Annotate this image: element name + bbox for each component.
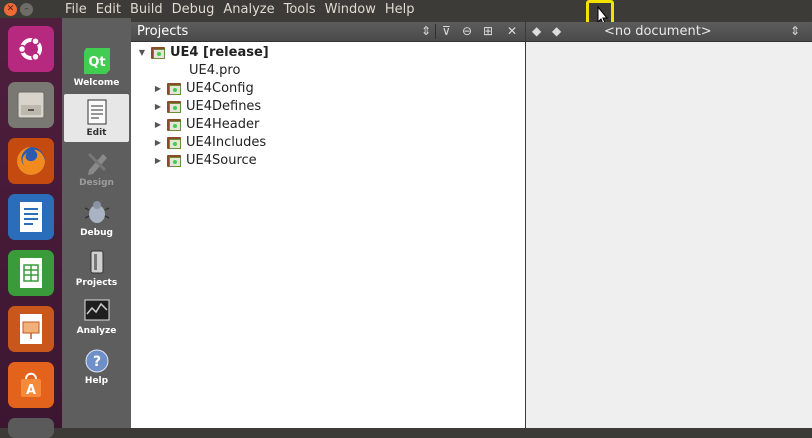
project-tree: ▼ UE4 [release] UE4.pro ▶ UE4Config ▶ UE… bbox=[131, 42, 525, 428]
tree-item-includes[interactable]: ▶ UE4Includes bbox=[153, 133, 266, 151]
menu-build[interactable]: Build bbox=[130, 2, 163, 17]
mode-edit[interactable]: Edit bbox=[64, 94, 129, 142]
menu: File Edit Build Debug Analyze Tools Wind… bbox=[65, 2, 424, 17]
link-icon[interactable]: ⊖ bbox=[462, 23, 472, 40]
split-icon[interactable]: ⊞ bbox=[483, 23, 493, 40]
editor-header: ◆ ◆ <no document> ⇕ bbox=[526, 22, 812, 42]
folder-icon bbox=[167, 136, 181, 149]
wrench-icon bbox=[90, 250, 103, 274]
ubuntu-logo-icon bbox=[17, 36, 42, 62]
document-icon bbox=[87, 99, 106, 125]
collapsed-arrow-icon[interactable]: ▶ bbox=[153, 120, 163, 129]
tree-root[interactable]: ▼ UE4 [release] bbox=[137, 43, 269, 61]
close-icon[interactable]: ✕ bbox=[4, 2, 17, 16]
mode-label: Welcome bbox=[73, 78, 120, 88]
unity-launcher: A bbox=[0, 18, 62, 438]
filter-icon[interactable]: ⊽ bbox=[442, 23, 451, 40]
libreoffice-impress-button[interactable] bbox=[8, 306, 54, 352]
mode-label: Analyze bbox=[76, 326, 117, 336]
mode-label: Design bbox=[79, 178, 114, 188]
mode-debug[interactable]: Debug bbox=[62, 194, 131, 242]
tree-item-header[interactable]: ▶ UE4Header bbox=[153, 115, 259, 133]
updown-arrows-icon[interactable]: ⇕ bbox=[421, 23, 431, 40]
shopping-bag-icon: A bbox=[21, 372, 41, 398]
qt-logo-icon: Qt bbox=[83, 48, 110, 74]
project-folder-icon bbox=[151, 46, 165, 59]
expanded-arrow-icon[interactable]: ▼ bbox=[137, 48, 147, 57]
menu-tools[interactable]: Tools bbox=[284, 2, 316, 17]
firefox-button[interactable] bbox=[8, 138, 54, 184]
projects-title[interactable]: Projects bbox=[137, 24, 188, 39]
mode-label: Edit bbox=[86, 128, 107, 138]
launcher-more-button[interactable] bbox=[8, 418, 54, 438]
mode-label: Debug bbox=[80, 228, 113, 238]
tree-item-label: UE4Header bbox=[186, 116, 260, 132]
mode-projects[interactable]: Projects bbox=[62, 244, 131, 292]
forward-arrow-icon[interactable]: ◆ bbox=[552, 23, 561, 40]
tree-item-pro[interactable]: UE4.pro bbox=[169, 61, 240, 79]
tree-item-label: UE4Includes bbox=[186, 134, 267, 150]
software-center-button[interactable]: A bbox=[8, 362, 54, 408]
menu-analyze[interactable]: Analyze bbox=[223, 2, 274, 17]
menu-help[interactable]: Help bbox=[385, 2, 415, 17]
libreoffice-writer-button[interactable] bbox=[8, 194, 54, 240]
svg-text:A: A bbox=[26, 383, 36, 398]
tree-item-label: UE4Source bbox=[186, 152, 257, 168]
tree-item-config[interactable]: ▶ UE4Config bbox=[153, 79, 254, 97]
tree-item-source[interactable]: ▶ UE4Source bbox=[153, 151, 257, 169]
tree-item-label: UE4Config bbox=[186, 80, 254, 96]
close-pane-icon[interactable]: ✕ bbox=[507, 23, 517, 40]
menu-window[interactable]: Window bbox=[325, 2, 376, 17]
help-icon: ? bbox=[85, 349, 108, 373]
menu-edit[interactable]: Edit bbox=[96, 2, 121, 17]
bug-icon bbox=[84, 201, 109, 223]
collapsed-arrow-icon[interactable]: ▶ bbox=[153, 138, 163, 147]
minimize-icon[interactable]: – bbox=[20, 2, 33, 16]
tree-item-label: UE4Defines bbox=[186, 98, 262, 114]
updown-arrows-icon[interactable]: ⇕ bbox=[790, 23, 800, 40]
ubuntu-dash-button[interactable] bbox=[8, 26, 54, 72]
writer-icon bbox=[20, 202, 42, 232]
menu-file[interactable]: File bbox=[65, 2, 87, 17]
mode-selector: Qt Welcome Edit Design Debug Projects An… bbox=[62, 18, 131, 428]
tree-item-label: UE4.pro bbox=[189, 62, 241, 78]
collapsed-arrow-icon[interactable]: ▶ bbox=[153, 84, 163, 93]
tree-item-defines[interactable]: ▶ UE4Defines bbox=[153, 97, 261, 115]
collapsed-arrow-icon[interactable]: ▶ bbox=[153, 156, 163, 165]
pencil-icon bbox=[87, 152, 107, 175]
monitor-icon bbox=[84, 299, 109, 321]
file-cabinet-icon bbox=[17, 91, 45, 119]
tree-root-label: UE4 [release] bbox=[170, 44, 269, 60]
svg-text:Qt: Qt bbox=[88, 55, 105, 70]
calc-icon bbox=[20, 258, 42, 288]
document-selector[interactable]: <no document> bbox=[604, 24, 712, 39]
divider bbox=[435, 24, 436, 39]
editor-area[interactable] bbox=[526, 42, 812, 428]
mode-analyze[interactable]: Analyze bbox=[62, 294, 131, 342]
folder-icon bbox=[167, 118, 181, 131]
svg-text:?: ? bbox=[92, 354, 100, 370]
mode-label: Projects bbox=[75, 278, 118, 288]
folder-icon bbox=[167, 154, 181, 167]
projects-pane-header: Projects ⇕ ⊽ ⊖ ⊞ ✕ bbox=[131, 22, 525, 42]
back-arrow-icon[interactable]: ◆ bbox=[532, 23, 541, 40]
mode-design[interactable]: Design bbox=[62, 144, 131, 192]
folder-icon bbox=[167, 100, 181, 113]
mode-label: Help bbox=[84, 376, 109, 386]
menu-debug[interactable]: Debug bbox=[172, 2, 215, 17]
mode-welcome[interactable]: Qt Welcome bbox=[62, 42, 131, 90]
collapsed-arrow-icon[interactable]: ▶ bbox=[153, 102, 163, 111]
window-controls: ✕ – bbox=[4, 2, 65, 16]
libreoffice-calc-button[interactable] bbox=[8, 250, 54, 296]
files-button[interactable] bbox=[8, 82, 54, 128]
impress-icon bbox=[20, 314, 42, 344]
folder-icon bbox=[167, 82, 181, 95]
firefox-icon bbox=[17, 147, 45, 175]
mode-help[interactable]: ? Help bbox=[62, 344, 131, 392]
top-menu-bar: ✕ – File Edit Build Debug Analyze Tools … bbox=[0, 0, 812, 32]
